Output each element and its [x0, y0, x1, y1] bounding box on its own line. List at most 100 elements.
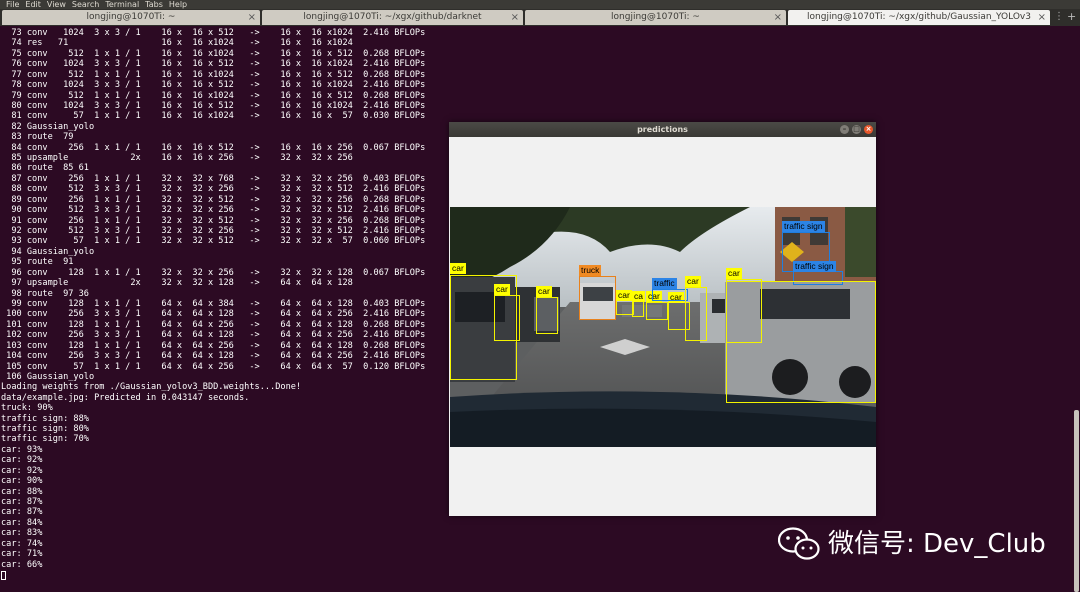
- predictions-window[interactable]: predictions – □ × car car car truck car …: [449, 122, 876, 516]
- terminal-line: car: 88%: [1, 486, 43, 497]
- terminal-scrollbar[interactable]: [1074, 410, 1079, 592]
- menu-search[interactable]: Search: [72, 0, 99, 9]
- terminal-line: truck: 90%: [1, 403, 53, 414]
- tab-gaussian-yolov3[interactable]: longjing@1070Ti: ~/xgx/github/Gaussian_Y…: [788, 10, 1050, 25]
- detection-label: car: [450, 263, 466, 274]
- terminal-line: 85 upsample 2x 16 x 16 x 256 -> 32 x 32 …: [1, 153, 353, 164]
- terminal-line: 101 conv 128 1 x 1 / 1 64 x 64 x 256 -> …: [1, 319, 426, 330]
- minimize-button[interactable]: –: [840, 125, 849, 134]
- close-tab-icon[interactable]: ×: [774, 10, 782, 25]
- terminal-line: traffic sign: 88%: [1, 413, 89, 424]
- tab-bar: longjing@1070Ti: ~ × longjing@1070Ti: ~/x…: [0, 9, 1080, 26]
- detection-label: traffic sign: [782, 221, 825, 232]
- terminal-line: 83 route 79: [1, 132, 74, 143]
- detection-label: car: [726, 268, 742, 279]
- menu-tabs[interactable]: Tabs: [145, 0, 163, 9]
- terminal-line: 103 conv 128 1 x 1 / 1 64 x 64 x 256 -> …: [1, 340, 426, 351]
- watermark-text: 微信号: Dev_Club: [828, 529, 1046, 559]
- terminal-line: car: 92%: [1, 455, 43, 466]
- terminal-line: 99 conv 128 1 x 1 / 1 64 x 64 x 384 -> 6…: [1, 298, 426, 309]
- terminal-line: car: 87%: [1, 496, 43, 507]
- terminal-line: 95 route 91: [1, 257, 74, 268]
- terminal-line: 91 conv 256 1 x 1 / 1 32 x 32 x 512 -> 3…: [1, 215, 426, 226]
- terminal-line: car: 74%: [1, 538, 43, 549]
- maximize-button[interactable]: □: [852, 125, 861, 134]
- menu-edit[interactable]: Edit: [25, 0, 41, 9]
- menu-bar: File Edit View Search Terminal Tabs Help: [0, 0, 1080, 9]
- terminal-line: 105 conv 57 1 x 1 / 1 64 x 64 x 256 -> 6…: [1, 361, 426, 372]
- terminal-line: 102 conv 256 3 x 3 / 1 64 x 64 x 128 -> …: [1, 330, 426, 341]
- terminal-line: 86 route 85 61: [1, 163, 89, 174]
- tab-label: longjing@1070Ti: ~/xgx/github/darknet: [303, 12, 482, 22]
- terminal-line: 96 conv 128 1 x 1 / 1 32 x 32 x 256 -> 3…: [1, 267, 426, 278]
- terminal-line: 97 upsample 2x 32 x 32 x 128 -> 64 x 64 …: [1, 278, 353, 289]
- detection-label: car: [536, 286, 552, 297]
- terminal-line: 78 conv 1024 3 x 3 / 1 16 x 16 x 512 -> …: [1, 80, 426, 91]
- close-tab-icon[interactable]: ×: [1038, 10, 1046, 25]
- detection-label: traffic sign: [793, 261, 836, 272]
- window-title: predictions: [637, 125, 688, 134]
- tab-label: longjing@1070Ti: ~: [611, 12, 700, 22]
- terminal-line: car: 87%: [1, 507, 43, 518]
- detection-box: [536, 297, 558, 334]
- terminal-line: 98 route 97 36: [1, 288, 89, 299]
- terminal-line: 82 Gaussian_yolo: [1, 121, 95, 132]
- wechat-icon: [778, 527, 820, 560]
- tab-label: longjing@1070Ti: ~/xgx/github/Gaussian_Y…: [807, 12, 1031, 22]
- window-titlebar[interactable]: predictions – □ ×: [449, 122, 876, 137]
- terminal-line: 81 conv 57 1 x 1 / 1 16 x 16 x1024 -> 16…: [1, 111, 426, 122]
- terminal-line: 75 conv 512 1 x 1 / 1 16 x 16 x1024 -> 1…: [1, 48, 426, 59]
- menu-file[interactable]: File: [6, 0, 19, 9]
- detection-label: car: [685, 276, 701, 287]
- terminal-line: 76 conv 1024 3 x 3 / 1 16 x 16 x 512 -> …: [1, 59, 426, 70]
- tab-label: longjing@1070Ti: ~: [86, 12, 176, 22]
- new-tab-icon[interactable]: +: [1067, 10, 1076, 24]
- detection-box: [646, 302, 668, 320]
- detection-box: [726, 281, 876, 403]
- detection-box: [632, 301, 644, 317]
- menu-terminal[interactable]: Terminal: [105, 0, 139, 9]
- menu-view[interactable]: View: [47, 0, 66, 9]
- terminal-line: traffic sign: 80%: [1, 424, 89, 435]
- terminal-line: 79 conv 512 1 x 1 / 1 16 x 16 x1024 -> 1…: [1, 90, 426, 101]
- detection-box: [685, 287, 707, 341]
- terminal-line: traffic sign: 70%: [1, 434, 89, 445]
- terminal-line: 88 conv 512 3 x 3 / 1 32 x 32 x 256 -> 3…: [1, 184, 426, 195]
- tab-home-2[interactable]: longjing@1070Ti: ~ ×: [525, 10, 786, 25]
- terminal-line: 74 res 71 16 x 16 x1024 -> 16 x 16 x1024: [1, 38, 353, 49]
- terminal-line: 73 conv 1024 3 x 3 / 1 16 x 16 x 512 -> …: [1, 28, 426, 38]
- detection-box: [494, 295, 520, 341]
- detection-box: [652, 289, 688, 301]
- close-tab-icon[interactable]: ×: [511, 10, 519, 25]
- terminal-line: 77 conv 512 1 x 1 / 1 16 x 16 x1024 -> 1…: [1, 69, 426, 80]
- detection-image: car car car truck car ca car car traffic…: [450, 207, 876, 447]
- terminal-lines: 73 conv 1024 3 x 3 / 1 16 x 16 x 512 -> …: [1, 28, 425, 570]
- terminal-line: 87 conv 256 1 x 1 / 1 32 x 32 x 768 -> 3…: [1, 173, 426, 184]
- terminal-line: 84 conv 256 1 x 1 / 1 16 x 16 x 512 -> 1…: [1, 142, 426, 153]
- terminal-line: 106 Gaussian_yolo: [1, 371, 95, 382]
- terminal-line: 93 conv 57 1 x 1 / 1 32 x 32 x 512 -> 32…: [1, 236, 426, 247]
- terminal-line: data/example.jpg: Predicted in 0.043147 …: [1, 392, 250, 403]
- tab-home[interactable]: longjing@1070Ti: ~ ×: [2, 10, 260, 25]
- watermark: 微信号: Dev_Club: [778, 526, 1046, 562]
- terminal-line: 94 Gaussian_yolo: [1, 246, 95, 257]
- terminal-line: car: 90%: [1, 476, 43, 487]
- terminal-line: Loading weights from ./Gaussian_yolov3_B…: [1, 382, 302, 393]
- terminal-line: 80 conv 1024 3 x 3 / 1 16 x 16 x 512 -> …: [1, 100, 426, 111]
- menu-help[interactable]: Help: [169, 0, 187, 9]
- terminal-line: 92 conv 512 3 x 3 / 1 32 x 32 x 256 -> 3…: [1, 226, 426, 237]
- detection-label: truck: [579, 265, 602, 276]
- terminal-line: 100 conv 256 3 x 3 / 1 64 x 64 x 128 -> …: [1, 309, 426, 320]
- tab-menu-icon[interactable]: ⋮: [1054, 11, 1064, 23]
- close-tab-icon[interactable]: ×: [248, 10, 256, 25]
- terminal-line: 89 conv 256 1 x 1 / 1 32 x 32 x 512 -> 3…: [1, 194, 426, 205]
- detection-label: traffic: [652, 278, 677, 289]
- close-button[interactable]: ×: [864, 125, 873, 134]
- detection-box: [579, 276, 616, 320]
- terminal-line: car: 92%: [1, 465, 43, 476]
- terminal-cursor: [1, 571, 6, 580]
- tab-darknet[interactable]: longjing@1070Ti: ~/xgx/github/darknet ×: [262, 10, 523, 25]
- terminal-line: car: 84%: [1, 517, 43, 528]
- detection-label: car: [616, 290, 632, 301]
- terminal-line: car: 66%: [1, 559, 43, 570]
